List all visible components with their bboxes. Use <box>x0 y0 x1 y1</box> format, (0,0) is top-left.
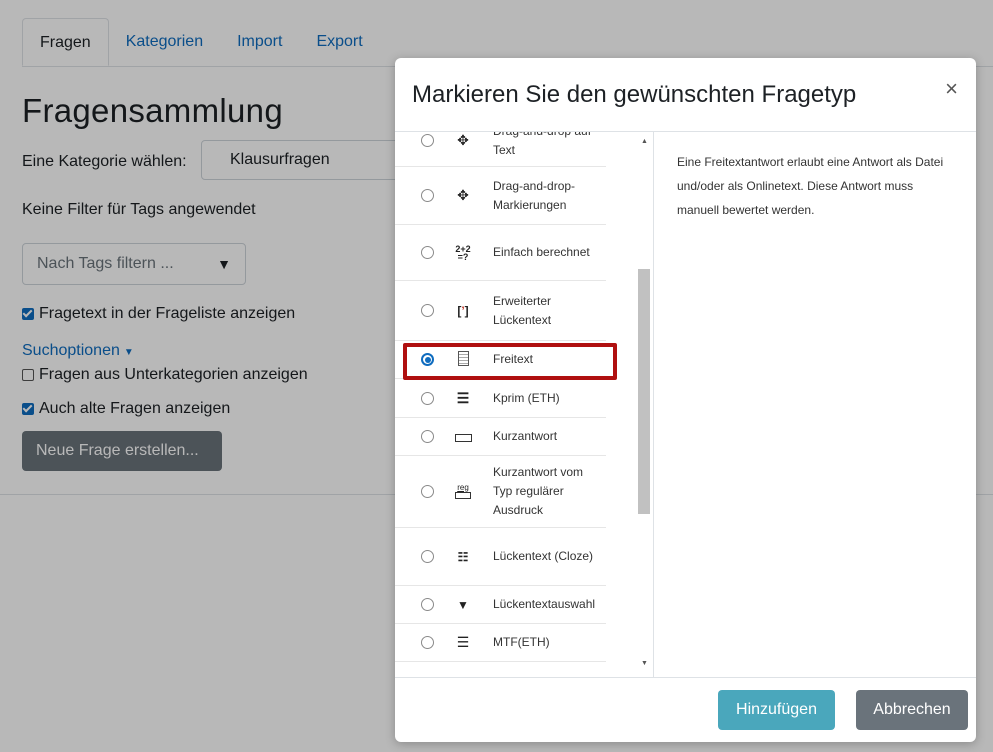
option-ddwtos[interactable]: ✥ Drag-and-drop auf Text <box>395 132 606 167</box>
option-label: Drag-and-drop-Markierungen <box>493 178 576 212</box>
option-label: Kprim (ETH) <box>493 390 560 405</box>
calculated-icon: 2+2 =? <box>455 243 471 262</box>
question-type-description: Eine Freitextantwort erlaubt eine Antwor… <box>677 155 944 217</box>
move-icon: ✥ <box>457 132 469 148</box>
option-shortanswer[interactable]: Kurzantwort <box>395 418 606 456</box>
option-label: Freitext <box>493 352 534 366</box>
scroll-down-icon[interactable]: ▼ <box>641 660 648 667</box>
option-label: MTF(ETH) <box>493 635 550 649</box>
regexp-icon: reg <box>453 483 473 501</box>
radio-gapfill[interactable] <box>421 304 434 317</box>
radio-regexp[interactable] <box>421 485 434 498</box>
option-label: Lückentext (Cloze) <box>493 549 594 563</box>
move-icon: ✥ <box>457 187 469 203</box>
question-type-list[interactable]: ✥ Drag-and-drop auf Text ✥ Drag-and-drop… <box>395 132 638 677</box>
gapfill-icon: [ʼ] <box>457 303 469 318</box>
radio-ddmarker[interactable] <box>421 189 434 202</box>
dialog-footer-divider <box>395 677 976 678</box>
question-type-dialog: Markieren Sie den gewünschten Fragetyp ×… <box>395 58 976 742</box>
scroll-up-icon[interactable]: ▲ <box>641 138 648 145</box>
scrollbar-thumb[interactable] <box>638 269 650 514</box>
kprim-icon: ☰ <box>456 389 470 406</box>
option-label: Kurzantwort vom Typ regulärer Ausdruck <box>493 465 584 517</box>
option-label: Erweiterter Lückentext <box>493 293 552 327</box>
option-label: Drag-and-drop auf Text <box>493 132 591 157</box>
radio-gapselect[interactable] <box>421 598 434 611</box>
dropdown-icon: ▼ <box>457 597 469 612</box>
radio-shortanswer[interactable] <box>421 430 434 443</box>
option-cloze[interactable]: ☷ Lückentext (Cloze) <box>395 528 606 586</box>
option-calculatedsimple[interactable]: 2+2 =? Einfach berechnet <box>395 225 606 281</box>
mtf-icon: ☰ <box>456 634 470 650</box>
dialog-title: Markieren Sie den gewünschten Fragetyp <box>412 81 857 108</box>
list-divider <box>653 132 654 677</box>
option-gapfill[interactable]: [ʼ] Erweiterter Lückentext <box>395 281 606 341</box>
option-essay[interactable]: Freitext <box>395 341 606 379</box>
radio-cloze[interactable] <box>421 550 434 563</box>
radio-essay[interactable] <box>421 353 434 366</box>
option-kprime[interactable]: ☰ Kprim (ETH) <box>395 379 606 418</box>
radio-mtf[interactable] <box>421 636 434 649</box>
close-icon[interactable]: × <box>945 76 958 102</box>
option-label: Einfach berechnet <box>493 245 590 259</box>
cancel-button[interactable]: Abbrechen <box>856 690 968 730</box>
radio-kprime[interactable] <box>421 391 434 405</box>
option-mtf[interactable]: ☰ MTF(ETH) <box>395 624 606 662</box>
essay-icon <box>453 350 473 369</box>
shortanswer-icon <box>453 429 473 445</box>
option-regexp[interactable]: reg Kurzantwort vom Typ regulärer Ausdru… <box>395 456 606 528</box>
option-ddmarker[interactable]: ✥ Drag-and-drop-Markierungen <box>395 167 606 225</box>
option-label: Kurzantwort <box>493 429 558 443</box>
cloze-icon: ☷ <box>457 549 469 564</box>
radio-calculatedsimple[interactable] <box>421 246 434 259</box>
add-button[interactable]: Hinzufügen <box>718 690 835 730</box>
option-label: Lückentextauswahl <box>493 597 596 611</box>
radio-ddwtos[interactable] <box>421 134 434 147</box>
option-gapselect[interactable]: ▼ Lückentextauswahl <box>395 586 606 624</box>
